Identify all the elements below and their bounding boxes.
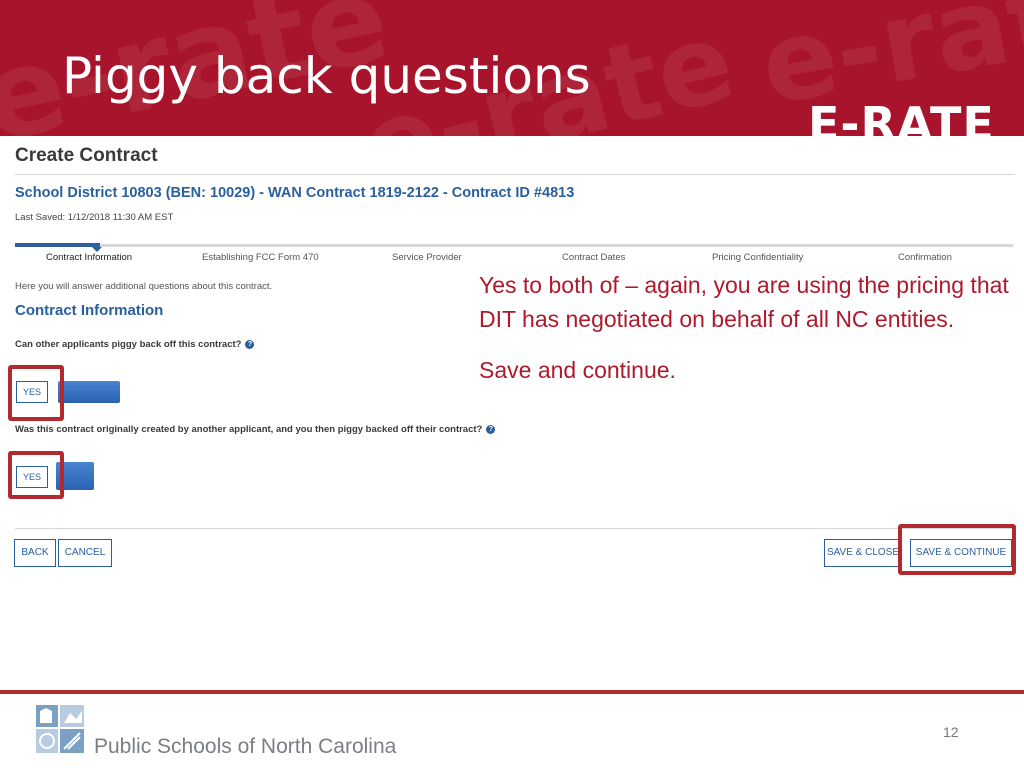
callout-text: Save and continue. [479, 357, 676, 383]
step-contract-dates[interactable]: Contract Dates [562, 252, 625, 263]
divider [15, 174, 1015, 175]
help-icon[interactable]: ? [486, 424, 496, 434]
step-service-provider[interactable]: Service Provider [392, 252, 462, 263]
slide-title: Piggy back questions [62, 47, 591, 105]
divider [15, 528, 1015, 529]
highlight-box [898, 524, 1016, 575]
question-text: Was this contract originally created by … [15, 424, 483, 435]
create-contract-screenshot: Create Contract School District 10803 (B… [6, 137, 1018, 657]
question-originally-created: Was this contract originally created by … [15, 424, 496, 435]
question-text: Can other applicants piggy back off this… [15, 339, 242, 350]
step-pricing-confidentiality[interactable]: Pricing Confidentiality [712, 252, 803, 263]
page-number: 12 [943, 724, 959, 740]
intro-text: Here you will answer additional question… [15, 281, 273, 292]
title-banner: e-rate e-rate e-rate Piggy back question… [0, 0, 1024, 136]
last-saved-text: Last Saved: 1/12/2018 11:30 AM EST [15, 212, 174, 223]
help-icon[interactable]: ? [245, 339, 255, 349]
highlight-box [8, 451, 64, 499]
page-heading: Create Contract [15, 145, 158, 166]
step-establishing-fcc-form-470[interactable]: Establishing FCC Form 470 [202, 252, 319, 263]
progress-fill [15, 243, 100, 247]
progress-track [15, 244, 1013, 247]
callout-text: Yes to both of – again, you are using th… [479, 272, 1009, 332]
footer-rule [0, 690, 1024, 694]
cancel-button[interactable]: CANCEL [58, 539, 112, 567]
save-close-button[interactable]: SAVE & CLOSE [824, 539, 902, 567]
highlight-box [8, 365, 64, 421]
step-confirmation[interactable]: Confirmation [898, 252, 952, 263]
toggle-slider[interactable] [58, 381, 120, 403]
question-piggy-back-off: Can other applicants piggy back off this… [15, 339, 255, 350]
footer-org-name: Public Schools of North Carolina [94, 735, 397, 758]
dpi-logo-icon [36, 705, 84, 753]
step-contract-information[interactable]: Contract Information [46, 252, 132, 263]
callout: Yes to both of – again, you are using th… [479, 268, 1019, 387]
contract-title: School District 10803 (BEN: 10029) - WAN… [15, 185, 575, 201]
section-title: Contract Information [15, 302, 164, 319]
back-button[interactable]: BACK [14, 539, 56, 567]
erate-logo: E-RATE [808, 97, 995, 136]
